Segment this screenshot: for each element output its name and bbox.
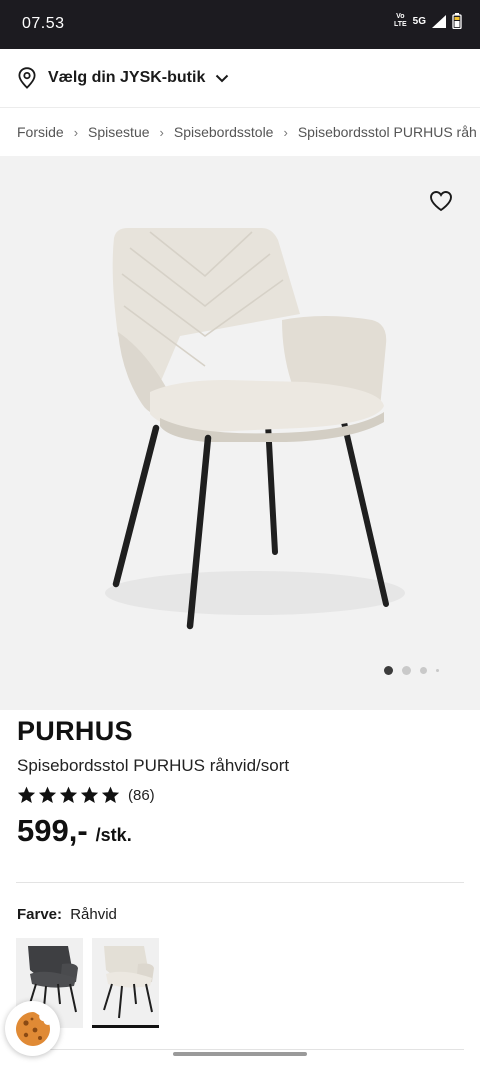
color-value: Råhvid (70, 906, 117, 923)
volte-line-2: LTE (393, 21, 407, 28)
chair-thumbnail-off-white (103, 946, 154, 1019)
gallery-pagination (384, 666, 439, 675)
store-selector[interactable]: Vælg din JYSK-butik (0, 49, 480, 108)
status-icons: Vo LTE 5G (394, 13, 462, 29)
star-icon (17, 786, 36, 803)
chevron-down-icon (216, 74, 229, 82)
breadcrumb-item-spisebordsstole[interactable]: Spisebordsstole (174, 124, 274, 140)
product-image (105, 228, 405, 630)
status-time: 07.53 (22, 15, 65, 32)
star-icon (59, 786, 78, 803)
breadcrumb-item-spisestue[interactable]: Spisestue (88, 124, 149, 140)
status-bar: 07.53 Vo LTE 5G (0, 0, 480, 49)
product-gallery[interactable] (0, 156, 480, 710)
divider (16, 882, 464, 883)
battery-icon (452, 13, 462, 29)
location-pin-icon (18, 67, 36, 89)
breadcrumb-separator-icon: › (283, 124, 288, 140)
cookie-icon (15, 1011, 50, 1046)
color-label: Farve: (17, 906, 63, 923)
product-rating[interactable]: (86) (17, 786, 464, 804)
pagination-dot[interactable] (436, 669, 439, 672)
volte-indicator: Vo LTE (394, 13, 407, 29)
price-row: 599,- /stk. (17, 813, 464, 849)
breadcrumb-item-forside[interactable]: Forside (17, 124, 64, 140)
product-info: PURHUS Spisebordsstol PURHUS råhvid/sort… (17, 716, 464, 849)
cookie-settings-button[interactable] (5, 1001, 60, 1056)
product-brand: PURHUS (17, 716, 133, 746)
pagination-dot[interactable] (402, 666, 411, 675)
volte-line-1: Vo (396, 13, 405, 20)
breadcrumb: Forside › Spisestue › Spisebordsstole › … (0, 108, 480, 156)
swatch-off-white[interactable] (92, 938, 159, 1028)
pagination-dot-active[interactable] (384, 666, 393, 675)
star-icon (38, 786, 57, 803)
breadcrumb-item-current: Spisebordsstol PURHUS råh (297, 124, 477, 140)
divider (16, 1049, 464, 1050)
home-indicator[interactable] (173, 1052, 307, 1056)
pagination-dot[interactable] (420, 667, 427, 674)
product-name: Spisebordsstol PURHUS råhvid/sort (17, 756, 290, 775)
heart-icon[interactable] (429, 190, 453, 212)
product-price: 599,- (17, 813, 88, 848)
price-unit: /stk. (95, 825, 132, 845)
star-icon (101, 786, 120, 803)
breadcrumb-separator-icon: › (159, 124, 164, 140)
star-icon (80, 786, 99, 803)
color-selection: Farve: Råhvid (17, 906, 117, 923)
store-selector-label: Vælg din JYSK-butik (48, 69, 206, 86)
network-type: 5G (412, 15, 426, 27)
breadcrumb-separator-icon: › (73, 124, 79, 140)
signal-icon (432, 14, 446, 28)
rating-count: (86) (128, 786, 155, 804)
